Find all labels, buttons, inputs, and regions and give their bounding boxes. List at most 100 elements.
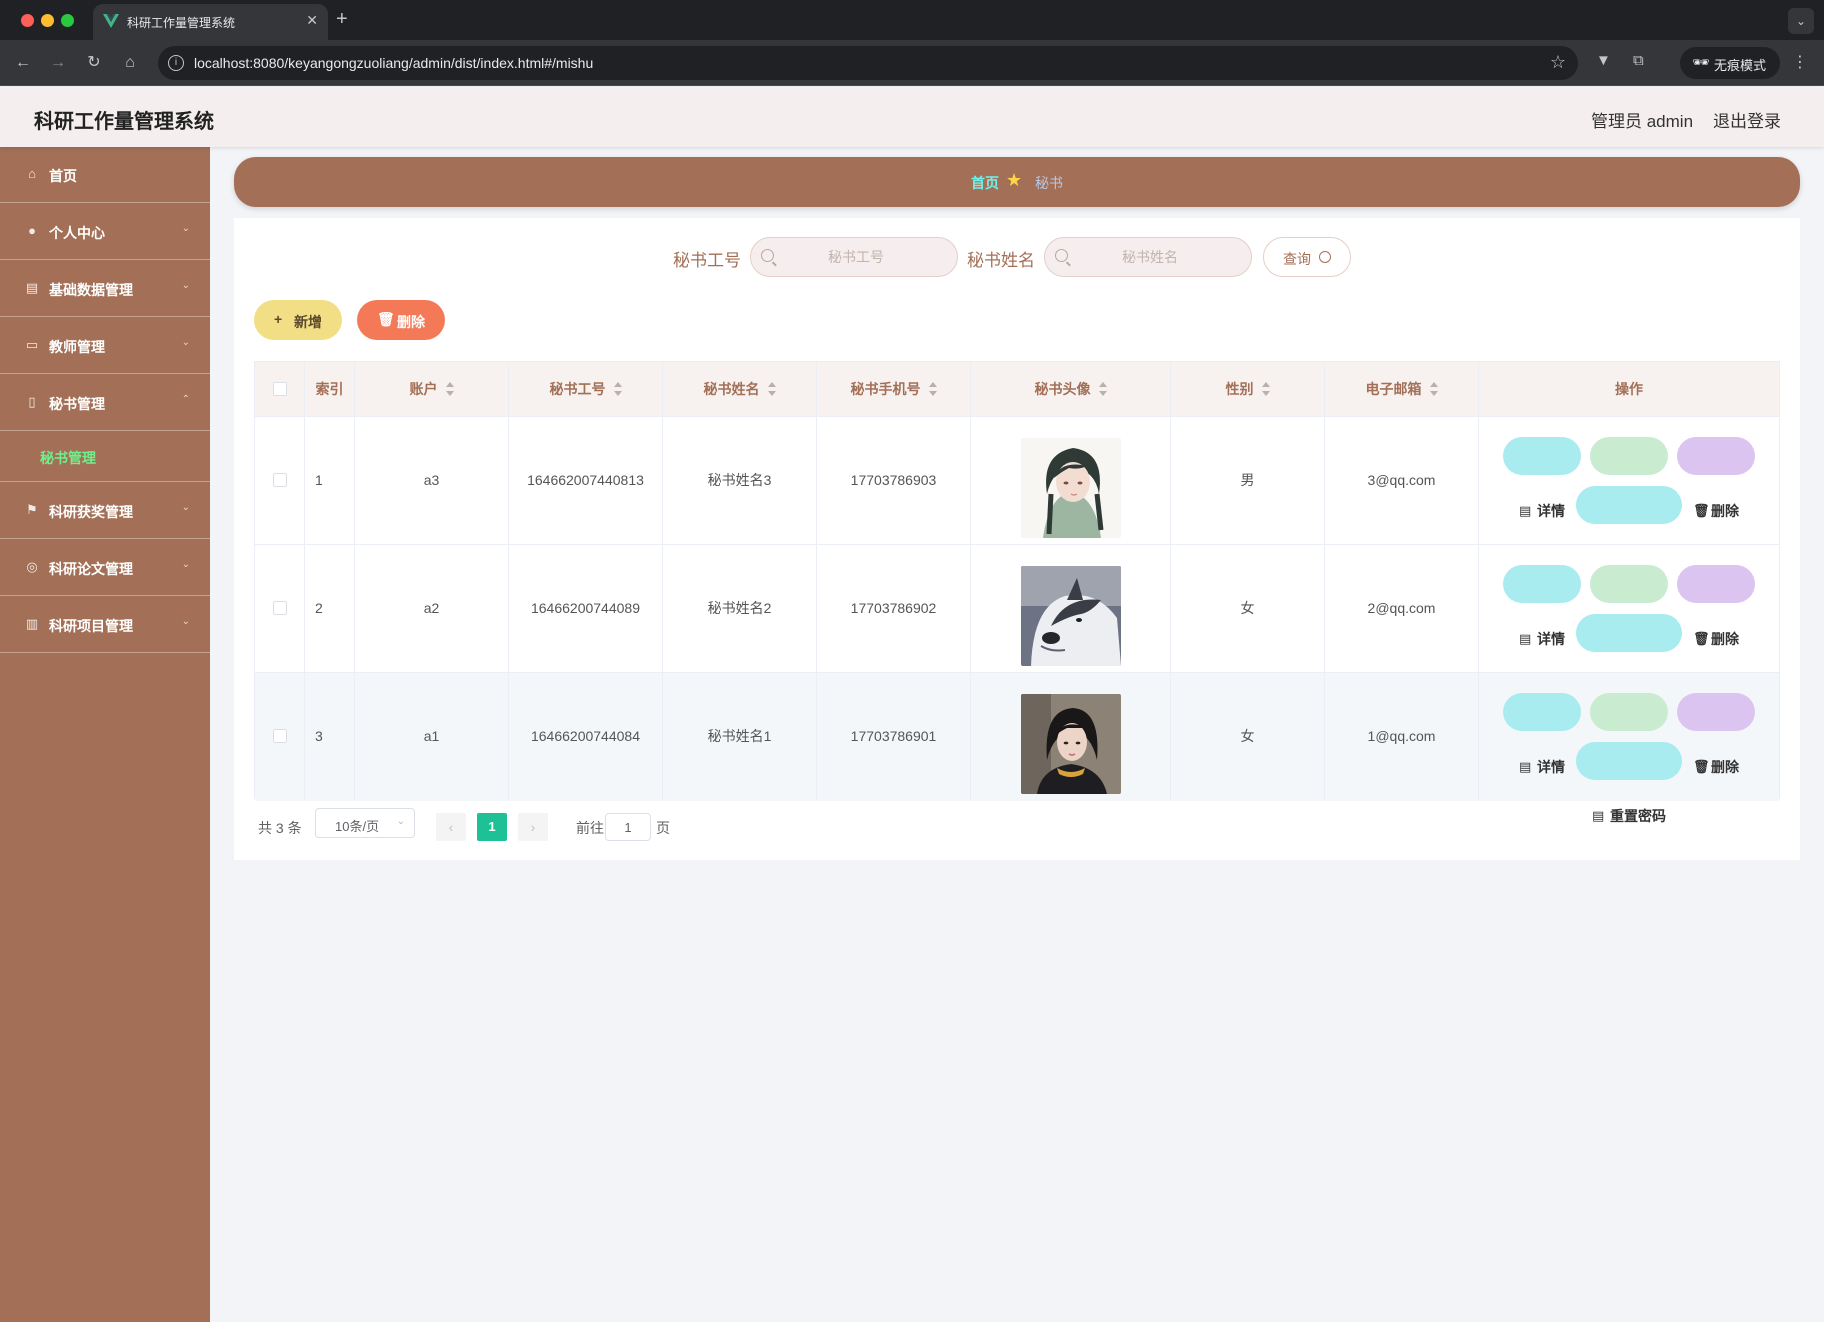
- sidebar-item-secretaries[interactable]: ▯ 秘书管理 ⌃: [0, 375, 210, 431]
- detail-button[interactable]: ▤ 详情: [1503, 565, 1581, 647]
- select-all-checkbox[interactable]: [273, 382, 287, 396]
- search-id-input[interactable]: [781, 238, 931, 276]
- reset-password-button[interactable]: ▤重置密码: [1576, 742, 1682, 824]
- incognito-label: 无痕模式: [1714, 58, 1767, 73]
- breadcrumb-home[interactable]: 首页: [971, 173, 999, 193]
- back-arrow-icon[interactable]: ←: [12, 52, 34, 74]
- column-header-work-id[interactable]: 秘书工号: [509, 362, 663, 417]
- sidebar-subitem-secretary-management[interactable]: 秘书管理: [0, 432, 210, 482]
- column-header-email[interactable]: 电子邮箱: [1325, 362, 1479, 417]
- edit-button[interactable]: ✎修改: [1590, 565, 1668, 647]
- column-header-name[interactable]: 秘书姓名: [663, 362, 817, 417]
- column-header-phone[interactable]: 秘书手机号: [817, 362, 971, 417]
- column-header-index: 索引: [305, 362, 355, 417]
- column-header-gender[interactable]: 性别: [1171, 362, 1325, 417]
- avatar[interactable]: [1020, 566, 1121, 666]
- sidebar-item-label: 基础数据管理: [49, 282, 133, 298]
- edit-button[interactable]: ✎修改: [1590, 693, 1668, 775]
- row-checkbox[interactable]: [273, 473, 287, 487]
- sidebar-item-awards[interactable]: ⚑ 科研获奖管理 ⌄: [0, 483, 210, 539]
- sidebar-item-papers[interactable]: ◎ 科研论文管理 ⌄: [0, 540, 210, 596]
- bookmark-star-icon[interactable]: ☆: [1550, 52, 1566, 73]
- row-checkbox[interactable]: [273, 601, 287, 615]
- sort-icon[interactable]: [928, 382, 937, 397]
- site-info-icon[interactable]: i: [168, 55, 184, 71]
- close-window-button[interactable]: [21, 14, 34, 27]
- page-number-current[interactable]: 1: [477, 813, 507, 841]
- incognito-icon: 🕶: [1692, 54, 1710, 70]
- sidebar-item-teachers[interactable]: ▭ 教师管理 ⌄: [0, 318, 210, 374]
- column-label: 性别: [1225, 381, 1254, 397]
- column-label: 秘书头像: [1034, 381, 1091, 397]
- browser-toolbar: ← → ↻ ⌂ i localhost:8080/keyangongzuolia…: [0, 40, 1824, 86]
- tab-close-icon[interactable]: ✕: [306, 12, 318, 29]
- batch-delete-button[interactable]: 🗑 删除: [357, 300, 445, 340]
- sort-icon[interactable]: [767, 382, 776, 397]
- sort-icon[interactable]: [1261, 382, 1270, 397]
- home-icon[interactable]: ⌂: [119, 52, 141, 74]
- monitor-icon: ▭: [25, 337, 39, 352]
- table-header: 索引 账户 秘书工号 秘书姓名 秘书手机号 秘书头像 性别 电子邮箱 操作: [255, 362, 1779, 417]
- cell-account: a1: [355, 673, 509, 800]
- sidebar-item-base-data[interactable]: ▤ 基础数据管理 ⌄: [0, 261, 210, 317]
- column-header-avatar[interactable]: 秘书头像: [971, 362, 1171, 417]
- home-icon: ⌂: [28, 166, 36, 181]
- sort-icon[interactable]: [445, 382, 454, 397]
- browser-tab[interactable]: 科研工作量管理系统 ✕: [93, 4, 328, 40]
- minimize-window-button[interactable]: [41, 14, 54, 27]
- goto-page-unit: 页: [656, 820, 670, 836]
- edit-button[interactable]: ✎修改: [1590, 437, 1668, 519]
- reload-icon[interactable]: ↻: [83, 52, 105, 74]
- url-text[interactable]: localhost:8080/keyangongzuoliang/admin/d…: [194, 55, 593, 71]
- delete-button[interactable]: 🗑 删除: [1677, 565, 1755, 647]
- avatar[interactable]: [1020, 694, 1121, 794]
- page-size-select[interactable]: 10条/页 ⌄: [315, 808, 415, 838]
- anime-girl-avatar-image: [1020, 438, 1121, 538]
- column-header-account[interactable]: 账户: [355, 362, 509, 417]
- forward-arrow-icon[interactable]: →: [47, 52, 69, 74]
- chevron-down-icon: ⌄: [181, 337, 190, 348]
- sidebar-item-home[interactable]: ⌂ 首页: [0, 147, 210, 203]
- sidebar-item-label: 教师管理: [49, 339, 105, 355]
- search-id-box[interactable]: [750, 237, 958, 277]
- logout-link[interactable]: 退出登录: [1713, 107, 1781, 132]
- app-header: 科研工作量管理系统 管理员 admin 退出登录: [0, 87, 1824, 147]
- more-menu-icon[interactable]: ⋮: [1792, 52, 1808, 72]
- vue-devtools-extension-icon[interactable]: ▼: [1596, 52, 1611, 69]
- query-button[interactable]: 查询: [1263, 237, 1351, 277]
- tab-search-chevron-icon[interactable]: ⌄: [1788, 8, 1814, 34]
- sort-icon[interactable]: [1429, 382, 1438, 397]
- avatar[interactable]: [1020, 438, 1121, 538]
- sidebar-item-profile[interactable]: ● 个人中心 ⌄: [0, 204, 210, 260]
- row-checkbox[interactable]: [273, 729, 287, 743]
- reset-password-button[interactable]: ▤重置密码: [1576, 614, 1682, 696]
- reset-password-button[interactable]: ▤重置密码: [1576, 486, 1682, 568]
- sort-icon[interactable]: [1098, 382, 1107, 397]
- cell-actions: ▤详情 ✎修改 🗑删除 ▤重置密码: [1479, 545, 1779, 696]
- extensions-puzzle-icon[interactable]: ⧉: [1633, 52, 1644, 69]
- search-name-box[interactable]: [1044, 237, 1252, 277]
- detail-button[interactable]: ▤ 详情: [1503, 437, 1581, 519]
- maximize-window-button[interactable]: [61, 14, 74, 27]
- document-icon: ▤: [1592, 808, 1605, 823]
- detail-button[interactable]: ▤ 详情: [1503, 693, 1581, 775]
- star-icon: ★: [1006, 170, 1023, 190]
- prev-page-button[interactable]: ‹: [436, 813, 466, 841]
- delete-button[interactable]: 🗑 删除: [1677, 437, 1755, 519]
- sort-icon[interactable]: [613, 382, 622, 397]
- delete-button[interactable]: 🗑 删除: [1677, 693, 1755, 775]
- add-button[interactable]: + 新增: [254, 300, 342, 340]
- search-name-input[interactable]: [1075, 238, 1225, 276]
- new-tab-icon[interactable]: +: [336, 8, 348, 30]
- address-bar[interactable]: i localhost:8080/keyangongzuoliang/admin…: [158, 46, 1578, 80]
- cell-gender: 女: [1171, 673, 1325, 800]
- sidebar-item-projects[interactable]: ▥ 科研项目管理 ⌄: [0, 597, 210, 653]
- cell-phone: 17703786903: [817, 417, 971, 544]
- cell-avatar: [971, 673, 1171, 800]
- goto-page-input[interactable]: [605, 813, 651, 841]
- cell-avatar: [971, 545, 1171, 672]
- cell-index: 1: [305, 417, 355, 544]
- next-page-button[interactable]: ›: [518, 813, 548, 841]
- cell-select: [255, 545, 305, 672]
- incognito-indicator[interactable]: 🕶 无痕模式: [1680, 47, 1780, 79]
